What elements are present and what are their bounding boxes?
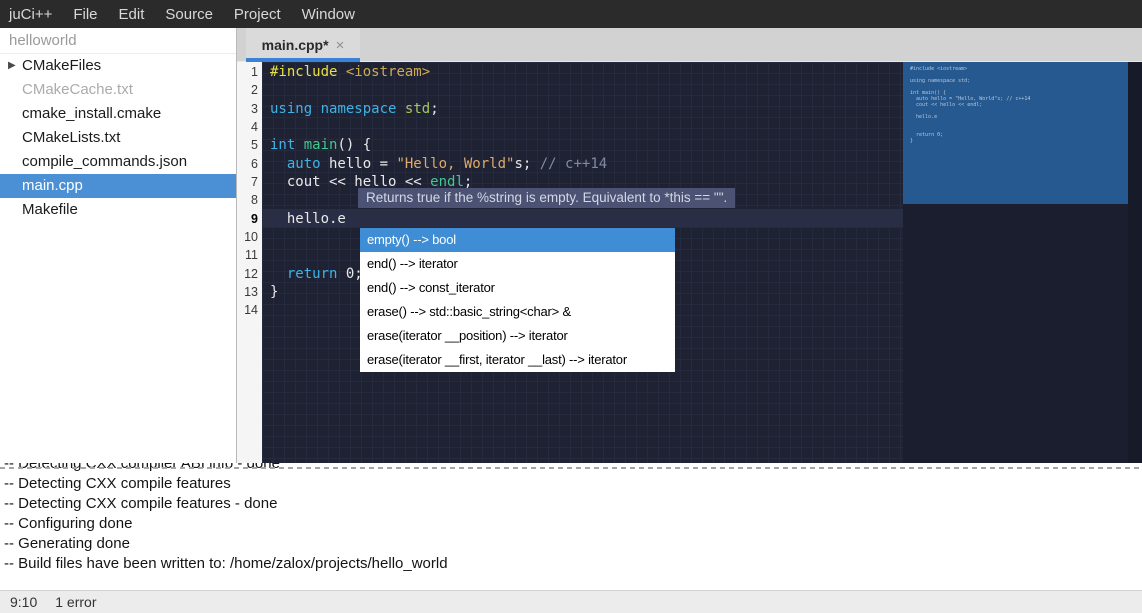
line-number-gutter: 1 2 3 4 5 6 7 8 9 10 11 12 13 14 [237,62,262,463]
project-title: helloworld [0,28,236,54]
menu-project[interactable]: Project [234,6,281,23]
menu-bar: juCi++ File Edit Source Project Window [0,0,1142,28]
sidebar-item-label: CMakeFiles [22,57,101,74]
autocomplete-item-erase[interactable]: erase() --> std::basic_string<char> & [360,300,675,324]
build-output-panel: -- Detecting CXX compiler ABI info - don… [0,463,1142,590]
autocomplete-item-erase-range[interactable]: erase(iterator __first, iterator __last)… [360,348,675,372]
sidebar-item-label: Makefile [22,201,78,218]
pane-splitter-handle[interactable] [0,467,1142,469]
close-icon[interactable]: × [336,37,345,54]
sidebar-item-label: cmake_install.cmake [22,105,161,122]
doc-tooltip: Returns true if the %string is empty. Eq… [358,188,735,208]
sidebar-item-label: main.cpp [22,177,83,194]
sidebar-item-cmakelists[interactable]: CMakeLists.txt [0,126,236,150]
minimap-viewport[interactable]: #include <iostream> using namespace std;… [903,62,1128,204]
autocomplete-item-erase-position[interactable]: erase(iterator __position) --> iterator [360,324,675,348]
tab-bar: main.cpp* × [237,28,1142,62]
sidebar-item-compile-commands[interactable]: compile_commands.json [0,150,236,174]
tab-main-cpp[interactable]: main.cpp* × [246,28,360,62]
menu-file[interactable]: File [73,6,97,23]
autocomplete-item-end-const[interactable]: end() --> const_iterator [360,276,675,300]
autocomplete-item-end[interactable]: end() --> iterator [360,252,675,276]
sidebar-item-label: CMakeLists.txt [22,129,120,146]
cursor-position: 9:10 [10,594,37,610]
autocomplete-popup: empty() --> bool end() --> iterator end(… [360,228,675,372]
menu-source[interactable]: Source [165,6,213,23]
sidebar-item-label: compile_commands.json [22,153,187,170]
code-editor[interactable]: #include <iostream> using namespace std;… [262,62,903,463]
menu-app[interactable]: juCi++ [9,6,52,23]
tab-label: main.cpp* [262,37,329,53]
expander-icon[interactable]: ▶ [8,54,16,78]
sidebar-item-cmakefiles[interactable]: ▶ CMakeFiles [0,54,236,78]
minimap[interactable]: #include <iostream> using namespace std;… [903,62,1142,463]
sidebar-item-makefile[interactable]: Makefile [0,198,236,222]
menu-edit[interactable]: Edit [119,6,145,23]
sidebar-item-label: CMakeCache.txt [22,81,133,98]
editor-pane: 1 2 3 4 5 6 7 8 9 10 11 12 13 14 #includ… [237,62,1142,463]
minimap-code: #include <iostream> using namespace std;… [910,66,1030,144]
error-count: 1 error [55,594,96,610]
current-line-number: 9 [237,210,262,228]
file-tree-sidebar: helloworld ▶ CMakeFiles CMakeCache.txt c… [0,28,237,463]
menu-window[interactable]: Window [302,6,355,23]
sidebar-item-main-cpp[interactable]: main.cpp [0,174,236,198]
autocomplete-item-empty[interactable]: empty() --> bool [360,228,675,252]
sidebar-item-cmake-install[interactable]: cmake_install.cmake [0,102,236,126]
minimap-scrollbar-track[interactable] [1128,62,1142,463]
sidebar-item-cmakecache[interactable]: CMakeCache.txt [0,78,236,102]
current-code-line: hello.e [262,210,903,228]
status-bar: 9:10 1 error [0,590,1142,613]
output-lines: -- Detecting CXX compiler ABI info - don… [0,463,1142,574]
